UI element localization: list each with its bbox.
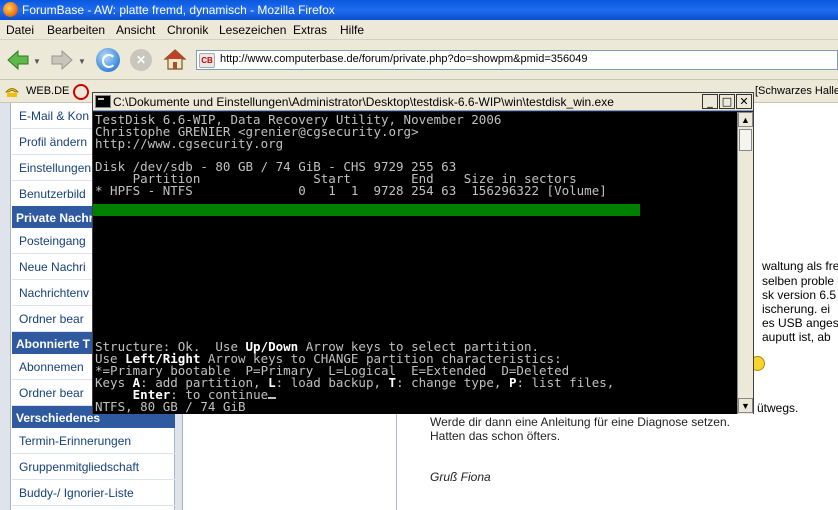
firefox-logo-icon [3,2,18,17]
message-snippet: ischerung. ei [762,302,831,316]
message-snippet: es USB anges [762,316,838,330]
console-window-title: C:\Dokumente und Einstellungen\Administr… [113,95,614,109]
menu-chronik[interactable]: Chronik [167,23,208,37]
bookmark-schwarzes-halle[interactable]: [Schwarzes Halle [755,85,838,97]
maximize-button[interactable]: □ [719,94,735,109]
scroll-down-arrow-icon[interactable]: ▼ [738,398,753,413]
sidebar-item-buddy-liste[interactable]: Buddy-/ Ignorier-Liste [12,480,175,506]
menu-ansicht[interactable]: Ansicht [116,23,155,37]
bookmark-red-icon[interactable] [73,84,89,100]
webde-bookmark-icon[interactable] [5,85,19,99]
console-status-line: NTFS, 80 GB / 74 GiB [95,399,246,414]
help-key: L [268,375,276,390]
console-output[interactable]: TestDisk 6.6-WIP, Data Recovery Utility,… [93,112,737,414]
message-snippet: sk version 6.5 [762,288,837,302]
forward-history-dropdown-icon[interactable]: ▼ [78,57,86,66]
testdisk-console-window[interactable]: C:\Dokumente und Einstellungen\Administr… [92,92,754,414]
stop-icon[interactable]: ✕ [130,49,152,71]
address-url[interactable]: http://www.computerbase.de/forum/private… [220,53,588,65]
menu-bar: Datei Bearbeiten Ansicht Chronik Lesezei… [0,20,838,40]
text-cursor [268,397,277,399]
menu-extras[interactable]: Extras [293,23,327,37]
back-arrow-icon[interactable] [6,49,30,71]
message-snippet: selben proble [762,274,835,288]
partition-row[interactable]: * HPFS - NTFS 0 1 1 9728 254 63 15629632… [95,184,607,197]
message-line: Hatten das schon öfters. [430,429,561,443]
browser-title-bar: ForumBase - AW: platte fremd, dynamisch … [0,0,838,20]
forward-arrow-icon[interactable] [50,49,74,71]
help-text: : list files, [516,375,615,390]
help-text: : change type, [396,375,509,390]
help-text: : load backup, [275,375,389,390]
minimize-button[interactable]: _ [702,94,718,109]
console-app-icon[interactable] [95,95,111,108]
reload-icon[interactable] [96,48,120,72]
bookmark-webde[interactable]: WEB.DE [26,85,69,97]
sidebar-item-termin-erinnerungen[interactable]: Termin-Erinnerungen [12,428,175,454]
message-snippet: waltung als fre [762,259,838,273]
console-url-line: http://www.cgsecurity.org [95,136,284,151]
console-title-bar[interactable]: C:\Dokumente und Einstellungen\Administr… [93,93,753,111]
menu-bearbeiten[interactable]: Bearbeiten [47,23,105,37]
message-snippet: auputt ist, ab [762,330,831,344]
sidebar-item-gruppenmitgliedschaft[interactable]: Gruppenmitgliedschaft [12,454,175,480]
close-button[interactable]: ✕ [736,94,752,109]
back-history-dropdown-icon[interactable]: ▼ [33,57,41,66]
browser-window-title: ForumBase - AW: platte fremd, dynamisch … [22,3,335,17]
address-bar[interactable]: CB http://www.computerbase.de/forum/priv… [196,50,838,70]
message-snippet: ütwegs. [757,401,799,415]
home-icon[interactable] [163,48,187,72]
console-scrollbar[interactable]: ▲ ▼ [737,112,753,414]
message-line: Werde dir dann eine Anleitung für eine D… [430,415,730,429]
menu-hilfe[interactable]: Hilfe [340,23,364,37]
site-favicon-icon: CB [199,53,215,68]
menu-lesezeichen[interactable]: Lesezeichen [219,23,286,37]
scroll-up-arrow-icon[interactable]: ▲ [738,112,753,127]
help-key: T [388,375,397,390]
menu-datei[interactable]: Datei [6,23,34,37]
navigation-toolbar: ▼ ▼ ✕ CB http://www.computerbase.de/foru… [0,40,838,80]
partition-selection-highlight [93,204,640,216]
scroll-thumb[interactable] [739,129,752,151]
message-signature: Gruß Fiona [430,470,491,484]
